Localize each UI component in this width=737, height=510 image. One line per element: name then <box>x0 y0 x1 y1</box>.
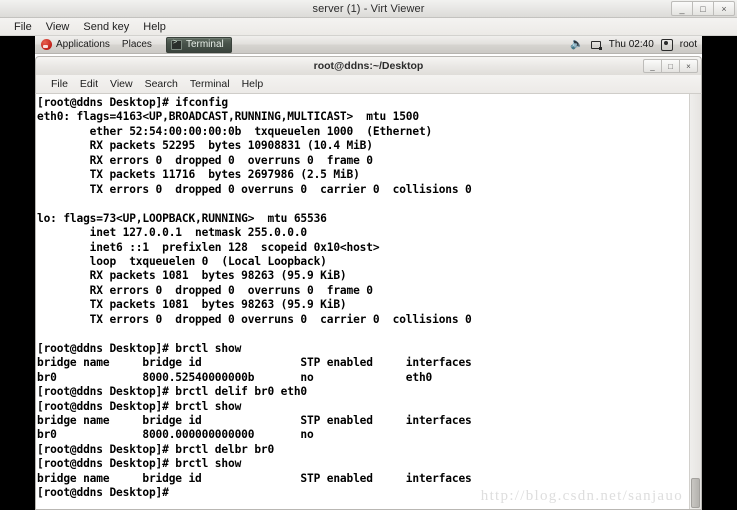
network-icon[interactable] <box>590 40 602 50</box>
virt-viewer-titlebar: server (1) - Virt Viewer _ □ × <box>0 0 737 18</box>
virt-viewer-title: server (1) - Virt Viewer <box>312 3 425 15</box>
terminal-body: [root@ddns Desktop]# ifconfig eth0: flag… <box>35 94 702 510</box>
terminal-menubar: File Edit View Search Terminal Help <box>35 75 702 94</box>
menu-view[interactable]: View <box>39 20 77 34</box>
terminal-menu-edit[interactable]: Edit <box>74 77 104 91</box>
places-menu[interactable]: Places <box>116 36 158 53</box>
taskbar-item-terminal-label: Terminal <box>185 39 224 50</box>
maximize-button[interactable]: □ <box>692 1 714 16</box>
terminal-menu-help[interactable]: Help <box>236 77 270 91</box>
terminal-window-controls: _ □ × <box>643 59 698 73</box>
virt-viewer-menubar: File View Send key Help <box>0 18 737 36</box>
terminal-titlebar[interactable]: root@ddns:~/Desktop _ □ × <box>35 56 702 75</box>
minimize-button[interactable]: _ <box>671 1 693 16</box>
terminal-menu-view[interactable]: View <box>104 77 139 91</box>
terminal-screen[interactable]: [root@ddns Desktop]# ifconfig eth0: flag… <box>36 94 689 509</box>
terminal-scrollbar-thumb[interactable] <box>691 478 700 508</box>
panel-clock[interactable]: Thu 02:40 <box>609 39 654 50</box>
menu-file[interactable]: File <box>7 20 39 34</box>
panel-right-section: 🔈 Thu 02:40 root <box>570 36 702 53</box>
terminal-icon <box>170 39 182 50</box>
terminal-scrollbar[interactable] <box>689 94 701 509</box>
close-button[interactable]: × <box>713 1 735 16</box>
virt-viewer-app: server (1) - Virt Viewer _ □ × File View… <box>0 0 737 510</box>
terminal-menu-search[interactable]: Search <box>139 77 184 91</box>
terminal-minimize-button[interactable]: _ <box>643 59 662 73</box>
panel-left-section: Applications Places Terminal <box>35 36 232 53</box>
user-icon[interactable] <box>660 38 673 51</box>
terminal-output: [root@ddns Desktop]# ifconfig eth0: flag… <box>37 96 472 500</box>
vm-display-area[interactable]: Applications Places Terminal 🔈 Thu 02:40… <box>0 36 737 510</box>
terminal-title: root@ddns:~/Desktop <box>313 60 424 72</box>
applications-menu-label: Applications <box>56 39 110 50</box>
terminal-maximize-button[interactable]: □ <box>661 59 680 73</box>
applications-menu[interactable]: Applications <box>35 36 116 53</box>
menu-help[interactable]: Help <box>136 20 173 34</box>
terminal-close-button[interactable]: × <box>679 59 698 73</box>
taskbar-item-terminal[interactable]: Terminal <box>165 36 232 53</box>
virt-viewer-window-controls: _ □ × <box>671 1 735 16</box>
volume-icon[interactable]: 🔈 <box>570 39 584 50</box>
gnome-top-panel: Applications Places Terminal 🔈 Thu 02:40… <box>35 36 702 54</box>
places-menu-label: Places <box>121 39 152 50</box>
gnome-terminal-window: root@ddns:~/Desktop _ □ × File Edit View… <box>35 56 702 510</box>
fedora-logo-icon <box>41 39 52 50</box>
terminal-menu-file[interactable]: File <box>45 77 74 91</box>
terminal-menu-terminal[interactable]: Terminal <box>184 77 236 91</box>
panel-user-label[interactable]: root <box>680 39 697 50</box>
menu-send-key[interactable]: Send key <box>76 20 136 34</box>
